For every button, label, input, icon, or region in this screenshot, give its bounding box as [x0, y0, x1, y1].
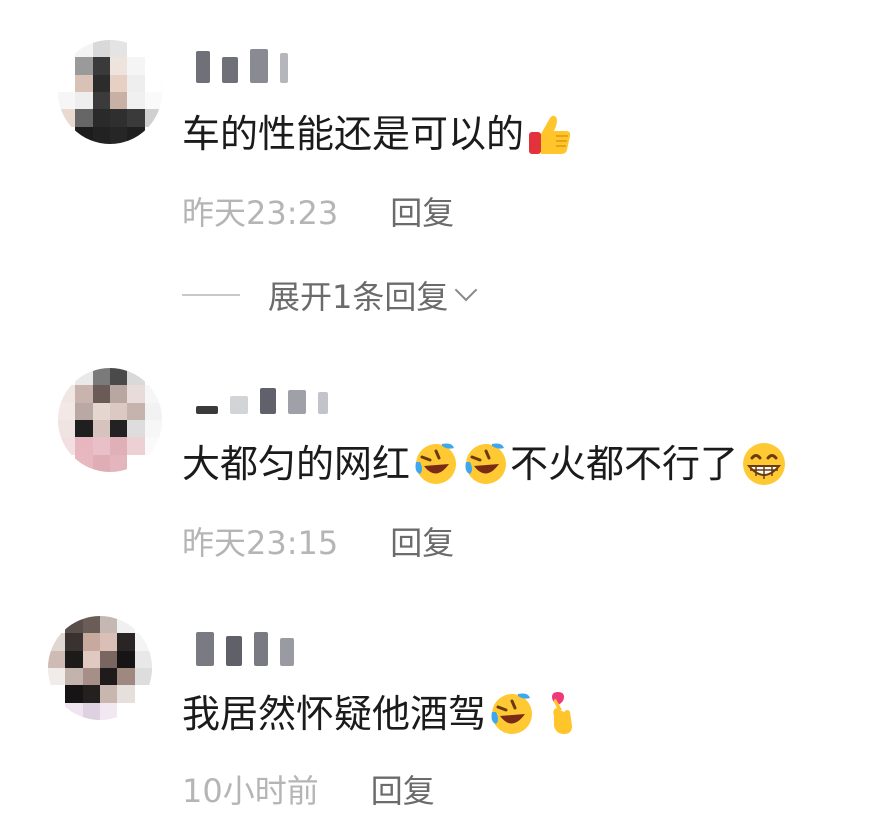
username-redacted[interactable]: [196, 47, 288, 83]
thumbs-up-icon: [529, 115, 571, 154]
grinning-icon: [743, 443, 786, 485]
avatar[interactable]: [58, 40, 162, 144]
comment-text: 大都匀的网红 不火都不行了: [182, 440, 788, 488]
avatar[interactable]: [58, 368, 162, 472]
timestamp: 昨天23:15: [182, 524, 339, 562]
chevron-down-icon: [455, 278, 478, 302]
comment-meta: 10小时前 回复: [182, 766, 435, 812]
reply-button[interactable]: 回复: [390, 518, 454, 564]
username-redacted[interactable]: [196, 378, 328, 414]
comment-text: 车的性能还是可以的: [182, 110, 574, 158]
rofl-icon: [415, 443, 457, 484]
divider-line: [182, 294, 240, 296]
rofl-icon: [491, 693, 533, 734]
expand-replies-button[interactable]: 展开1条回复: [182, 272, 478, 318]
avatar[interactable]: [48, 616, 152, 720]
comment-meta: 昨天23:15 回复: [182, 518, 454, 564]
reply-button[interactable]: 回复: [390, 188, 454, 234]
comment-meta: 昨天23:23 回复: [182, 188, 454, 234]
timestamp: 昨天23:23: [182, 194, 339, 232]
rofl-icon: [465, 443, 507, 484]
comment-text: 我居然怀疑他酒驾: [182, 690, 586, 738]
timestamp: 10小时前: [182, 772, 319, 810]
avatar-pixelated-image: [58, 40, 162, 144]
username-redacted[interactable]: [196, 630, 294, 666]
avatar-pixelated-image: [58, 368, 162, 472]
avatar-pixelated-image: [48, 616, 152, 720]
expand-replies-label: 展开1条回复: [268, 278, 449, 316]
finger-heart-icon: [552, 692, 573, 734]
reply-button[interactable]: 回复: [371, 766, 435, 812]
